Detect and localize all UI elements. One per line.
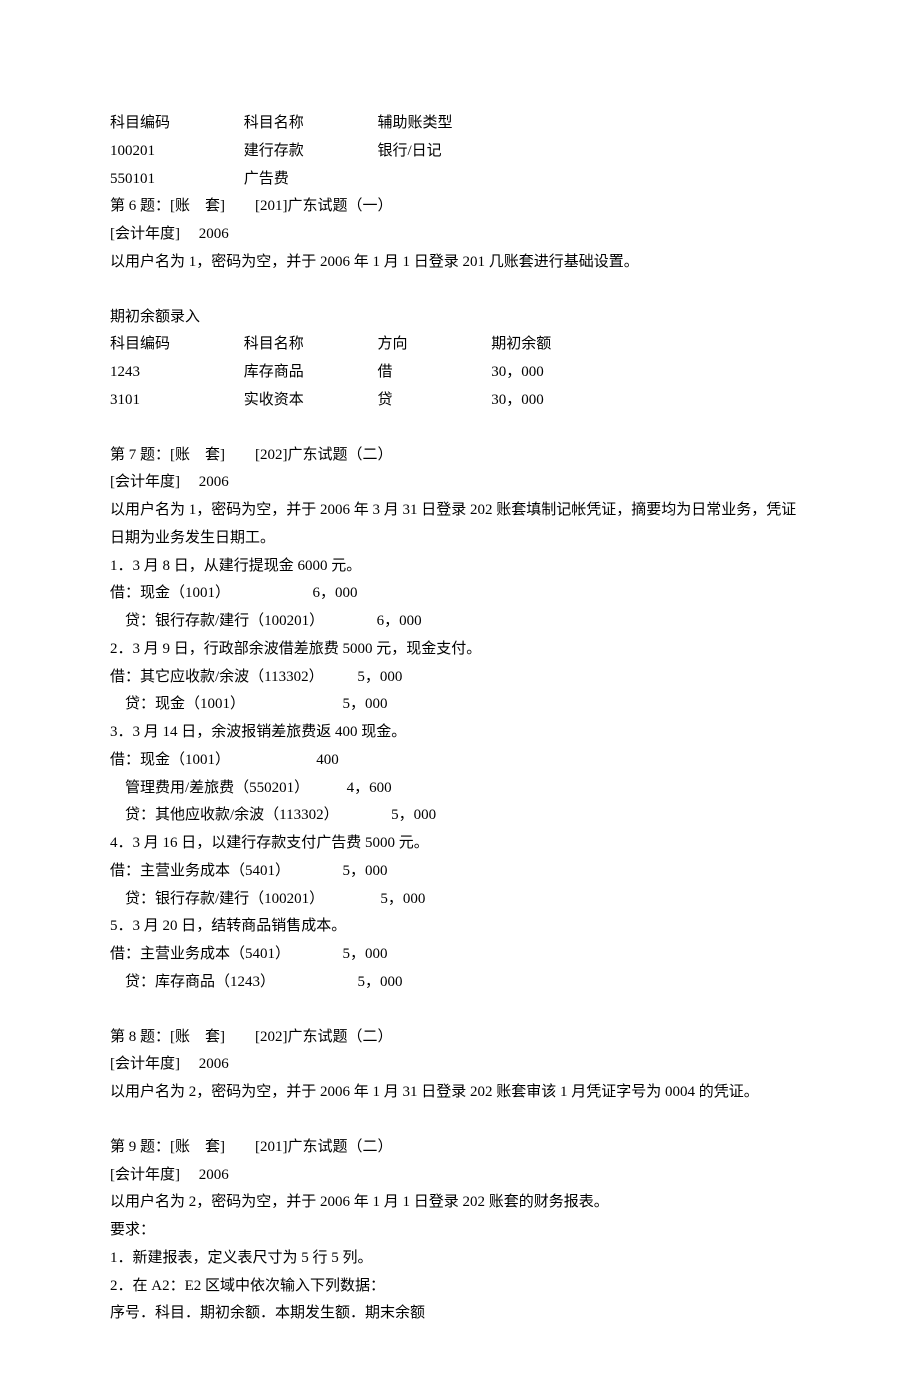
sub-heading: 期初余额录入 <box>110 304 810 332</box>
entry-line: 贷：银行存款/建行（100201） 6，000 <box>110 608 810 636</box>
instruction: 以用户名为 2，密码为空，并于 2006 年 1 月 31 日登录 202 账套… <box>110 1079 810 1107</box>
entry-item-2: 2．3 月 9 日，行政部余波借差旅费 5000 元，现金支付。 借：其它应收款… <box>110 636 810 719</box>
instruction: 以用户名为 1，密码为空，并于 2006 年 1 月 1 日登录 201 几账套… <box>110 249 810 277</box>
question-8: 第 8 题：[账 套] [202]广东试题（二） [会计年度] 2006 以用户… <box>110 1024 810 1107</box>
entry-line: 借：主营业务成本（5401） 5，000 <box>110 858 810 886</box>
table-row: 1243 库存商品 借 30，000 <box>110 359 810 387</box>
entry-line: 贷：银行存款/建行（100201） 5，000 <box>110 886 810 914</box>
question-6: 第 6 题：[账 套] [201]广东试题（一） [会计年度] 2006 以用户… <box>110 193 810 276</box>
header-name: 科目名称 <box>244 110 374 138</box>
question-title: 第 6 题：[账 套] [201]广东试题（一） <box>110 193 810 221</box>
table-row: 100201 建行存款 银行/日记 <box>110 138 810 166</box>
entry-line: 借：现金（1001） 400 <box>110 747 810 775</box>
entry-line: 借：其它应收款/余波（113302） 5，000 <box>110 664 810 692</box>
instruction: 以用户名为 2，密码为空，并于 2006 年 1 月 1 日登录 202 账套的… <box>110 1189 810 1217</box>
entry-desc: 1．3 月 8 日，从建行提现金 6000 元。 <box>110 553 810 581</box>
year-label: [会计年度] 2006 <box>110 221 810 249</box>
table-row: 550101 广告费 <box>110 166 810 194</box>
question-7: 第 7 题：[账 套] [202]广东试题（二） [会计年度] 2006 以用户… <box>110 442 810 997</box>
entry-line: 贷：现金（1001） 5，000 <box>110 691 810 719</box>
requirement-label: 要求： <box>110 1217 810 1245</box>
entry-line: 贷：库存商品（1243） 5，000 <box>110 969 810 997</box>
header-type: 辅助账类型 <box>378 110 488 138</box>
entry-desc: 2．3 月 9 日，行政部余波借差旅费 5000 元，现金支付。 <box>110 636 810 664</box>
year-label: [会计年度] 2006 <box>110 1162 810 1190</box>
entry-line: 管理费用/差旅费（550201） 4，600 <box>110 775 810 803</box>
header-code: 科目编码 <box>110 110 240 138</box>
table-row: 3101 实收资本 贷 30，000 <box>110 387 810 415</box>
account-table-1: 科目编码 科目名称 辅助账类型 100201 建行存款 银行/日记 550101… <box>110 110 810 193</box>
question-title: 第 8 题：[账 套] [202]广东试题（二） <box>110 1024 810 1052</box>
year-label: [会计年度] 2006 <box>110 469 810 497</box>
entry-desc: 5．3 月 20 日，结转商品销售成本。 <box>110 913 810 941</box>
entry-desc: 4．3 月 16 日，以建行存款支付广告费 5000 元。 <box>110 830 810 858</box>
entry-line: 借：现金（1001） 6，000 <box>110 580 810 608</box>
requirement-line: 1．新建报表，定义表尺寸为 5 行 5 列。 <box>110 1245 810 1273</box>
requirement-line: 序号．科目．期初余额．本期发生额．期末余额 <box>110 1300 810 1328</box>
question-title: 第 9 题：[账 套] [201]广东试题（二） <box>110 1134 810 1162</box>
entry-desc: 3．3 月 14 日，余波报销差旅费返 400 现金。 <box>110 719 810 747</box>
entry-item-4: 4．3 月 16 日，以建行存款支付广告费 5000 元。 借：主营业务成本（5… <box>110 830 810 913</box>
year-label: [会计年度] 2006 <box>110 1051 810 1079</box>
entry-item-1: 1．3 月 8 日，从建行提现金 6000 元。 借：现金（1001） 6，00… <box>110 553 810 636</box>
requirement-line: 2．在 A2：E2 区域中依次输入下列数据： <box>110 1273 810 1301</box>
entry-item-3: 3．3 月 14 日，余波报销差旅费返 400 现金。 借：现金（1001） 4… <box>110 719 810 830</box>
table-header-row: 科目编码 科目名称 辅助账类型 <box>110 110 810 138</box>
table-header-row: 科目编码 科目名称 方向 期初余额 <box>110 331 810 359</box>
instruction: 以用户名为 1，密码为空，并于 2006 年 3 月 31 日登录 202 账套… <box>110 497 810 553</box>
entry-line: 借：主营业务成本（5401） 5，000 <box>110 941 810 969</box>
question-title: 第 7 题：[账 套] [202]广东试题（二） <box>110 442 810 470</box>
question-9: 第 9 题：[账 套] [201]广东试题（二） [会计年度] 2006 以用户… <box>110 1134 810 1328</box>
entry-line: 贷：其他应收款/余波（113302） 5，000 <box>110 802 810 830</box>
entry-item-5: 5．3 月 20 日，结转商品销售成本。 借：主营业务成本（5401） 5，00… <box>110 913 810 996</box>
q6-balance-section: 期初余额录入 科目编码 科目名称 方向 期初余额 1243 库存商品 借 30，… <box>110 304 810 415</box>
